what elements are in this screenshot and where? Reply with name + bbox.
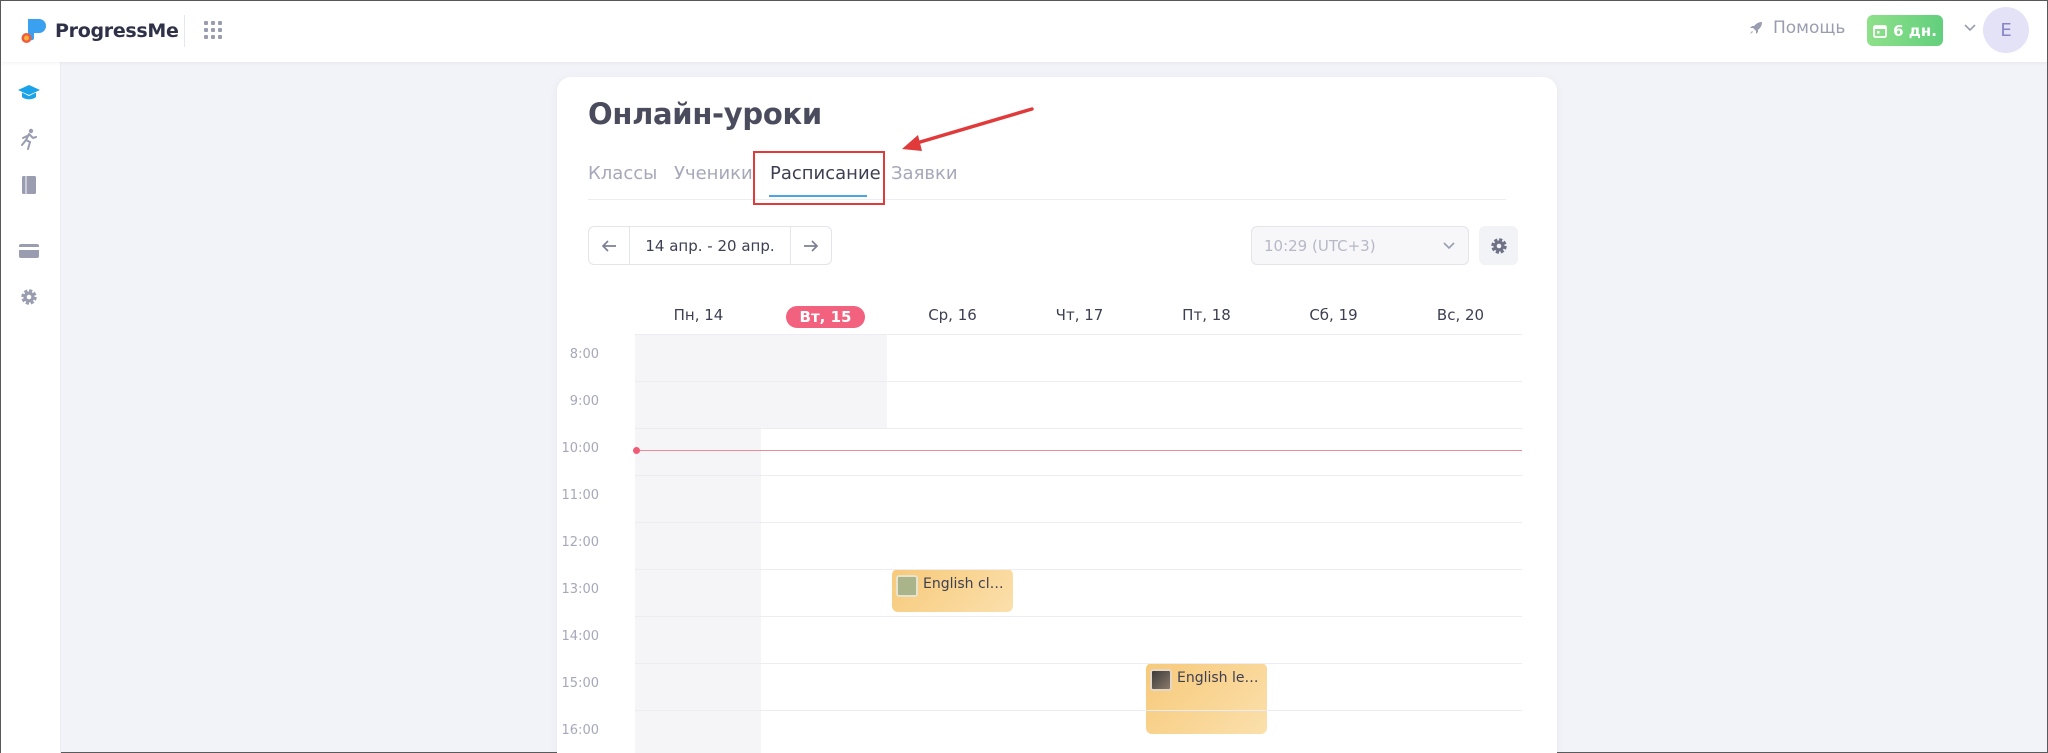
day-header[interactable]: Чт, 17 (1016, 306, 1143, 324)
logo-icon (19, 17, 47, 45)
day-label: Сб, 19 (1309, 306, 1358, 324)
card-icon (19, 244, 39, 258)
day-header[interactable]: Пн, 14 (635, 306, 762, 324)
day-label: Вс, 20 (1436, 306, 1485, 324)
rocket-icon (1750, 22, 1762, 34)
divider (184, 15, 185, 47)
gear-icon (21, 289, 37, 305)
sidebar-item-settings[interactable] (16, 284, 42, 310)
gear-icon (1490, 237, 1507, 254)
day-label: Чт, 17 (1055, 306, 1104, 324)
hour-label: 10:00 (561, 441, 599, 456)
help-label: Помощь (1773, 18, 1846, 38)
day-label: Пн, 14 (673, 306, 724, 324)
lesson-title: English clas... (923, 576, 1009, 592)
arrow-right-icon (804, 239, 819, 252)
sidebar-item-payments[interactable] (16, 238, 42, 264)
day-header[interactable]: Вс, 20 (1397, 306, 1524, 324)
graduation-cap-icon (18, 85, 40, 100)
calendar-icon (1873, 24, 1887, 38)
past-time-shade (635, 428, 761, 753)
current-time-line (637, 450, 1522, 451)
day-label: Пт, 18 (1182, 306, 1231, 324)
sidebar-item-lessons[interactable] (16, 80, 42, 106)
hour-label: 11:00 (561, 488, 599, 503)
tab-schedule[interactable]: Расписание (770, 163, 881, 184)
grid-line (635, 569, 1522, 570)
top-bar: ProgressMe Помощь 6 дн. E (1, 1, 2047, 62)
hour-label: 8:00 (569, 347, 599, 362)
day-header[interactable]: Пт, 18 (1143, 306, 1270, 324)
grid-line (635, 710, 1522, 711)
lesson-title: English less... (1177, 670, 1263, 686)
tab-students[interactable]: Ученики (674, 163, 753, 184)
prev-week-button[interactable] (589, 227, 629, 264)
chevron-down-icon[interactable] (1963, 21, 1977, 35)
week-navigator: 14 апр. - 20 апр. (588, 226, 832, 265)
day-header[interactable]: Сб, 19 (1270, 306, 1397, 324)
running-person-icon (21, 128, 37, 150)
timezone-value: 10:29 (UTC+3) (1264, 236, 1376, 255)
tab-classes[interactable]: Классы (588, 163, 657, 184)
app-name: ProgressMe (55, 20, 179, 42)
timezone-select[interactable]: 10:29 (UTC+3) (1251, 226, 1469, 265)
today-badge: Вт, 15 (785, 306, 866, 328)
grid-line (635, 475, 1522, 476)
sidebar (1, 62, 61, 753)
hour-label: 15:00 (561, 676, 599, 691)
trial-days-badge[interactable]: 6 дн. (1867, 15, 1943, 46)
grid-line (635, 522, 1522, 523)
tab-requests[interactable]: Заявки (891, 163, 958, 184)
sidebar-item-books[interactable] (16, 172, 42, 198)
hour-label: 12:00 (561, 535, 599, 550)
hour-label: 16:00 (561, 723, 599, 738)
week-range[interactable]: 14 апр. - 20 апр. (629, 227, 791, 264)
trial-days-label: 6 дн. (1893, 21, 1937, 40)
chevron-down-icon (1443, 242, 1455, 250)
grid-line (635, 616, 1522, 617)
lesson-thumbnail (1150, 669, 1172, 691)
hour-label: 14:00 (561, 629, 599, 644)
hour-label: 13:00 (561, 582, 599, 597)
grid-line (635, 663, 1522, 664)
grid-line (635, 381, 1522, 382)
current-time-dot (633, 447, 640, 454)
day-header-today[interactable]: Вт, 15 (762, 306, 889, 328)
calendar-settings-button[interactable] (1479, 226, 1518, 265)
grid-line (635, 334, 1522, 335)
grid-line (635, 428, 1522, 429)
active-tab-indicator (769, 195, 867, 197)
day-header[interactable]: Ср, 16 (889, 306, 1016, 324)
lesson-thumbnail (896, 575, 918, 597)
next-week-button[interactable] (791, 227, 831, 264)
sidebar-item-activity[interactable] (16, 126, 42, 152)
tab-bar: Классы Ученики Расписание Заявки (588, 163, 1506, 200)
lesson-event[interactable]: English clas... (892, 569, 1013, 613)
schedule-card: Онлайн-уроки Классы Ученики Расписание З… (557, 77, 1557, 753)
page-title: Онлайн-уроки (588, 97, 822, 131)
help-link[interactable]: Помощь (1747, 18, 1845, 38)
arrow-left-icon (601, 239, 616, 252)
user-avatar[interactable]: E (1983, 7, 2029, 53)
avatar-letter: E (2000, 19, 2012, 41)
book-icon (22, 176, 36, 194)
day-label: Ср, 16 (928, 306, 977, 324)
app-logo[interactable]: ProgressMe (19, 17, 179, 45)
apps-grid-icon[interactable] (204, 21, 222, 39)
lesson-event[interactable]: English less... (1146, 663, 1267, 734)
hour-label: 9:00 (569, 394, 599, 409)
